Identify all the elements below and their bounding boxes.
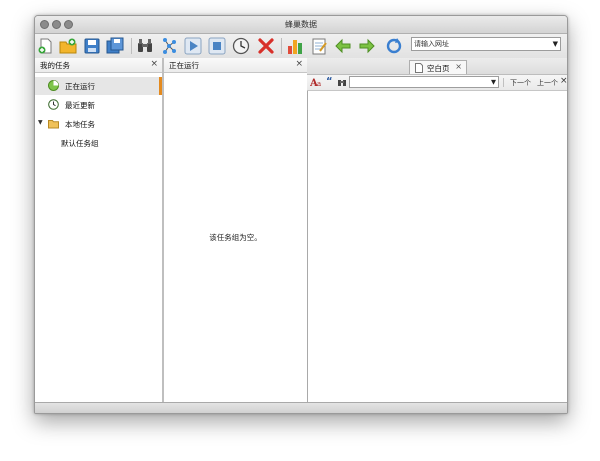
app-window: 蜂巢数据 请输入网址 ▼ 我的任务 × 正在运行 最近更新 ▼ 本地任务 默认任…: [34, 15, 568, 414]
save-icon[interactable]: [83, 37, 101, 55]
tree-item-default-group[interactable]: 默认任务组: [35, 134, 161, 152]
tab-blank-page[interactable]: 空白页 ×: [409, 60, 467, 74]
sidebar-task-tree: 正在运行 最近更新 ▼ 本地任务 默认任务组: [35, 73, 162, 402]
sidebar-title: 我的任务: [40, 61, 70, 70]
recent-clock-icon: [48, 99, 59, 110]
toolbar-separator: [281, 38, 282, 54]
task-list-header: 正在运行 ×: [164, 58, 307, 73]
tree-item-running[interactable]: 正在运行: [35, 77, 162, 95]
url-input[interactable]: [414, 38, 544, 50]
find-prev-button[interactable]: 上一个: [537, 78, 558, 88]
chevron-down-icon[interactable]: ▼: [491, 78, 496, 86]
find-input[interactable]: [352, 77, 482, 87]
find-binoculars-icon[interactable]: [337, 77, 347, 89]
play-icon[interactable]: [184, 37, 202, 55]
title-bar: 蜂巢数据: [35, 16, 567, 34]
tab-label: 空白页: [427, 64, 450, 73]
sidebar-header: 我的任务 ×: [35, 58, 162, 73]
tree-item-local[interactable]: ▼ 本地任务: [35, 115, 161, 133]
sidebar-close-icon[interactable]: ×: [150, 59, 158, 69]
browser-content[interactable]: [308, 91, 567, 402]
save-all-icon[interactable]: [106, 37, 124, 55]
page-icon: [415, 63, 423, 75]
new-file-icon[interactable]: [37, 37, 55, 55]
network-icon[interactable]: [160, 37, 178, 55]
toolbar-separator: [131, 38, 132, 54]
status-bar: [35, 402, 567, 413]
clock-icon[interactable]: [232, 37, 250, 55]
running-icon: [48, 80, 59, 91]
find-next-button[interactable]: 下一个: [510, 78, 531, 88]
forward-arrow-icon[interactable]: [358, 37, 376, 55]
svg-text:a: a: [317, 80, 321, 87]
window-title: 蜂巢数据: [285, 20, 317, 29]
notepad-icon[interactable]: [310, 37, 328, 55]
stop-icon[interactable]: [208, 37, 226, 55]
open-folder-icon[interactable]: [59, 37, 77, 55]
find-combobox[interactable]: ▼: [349, 76, 499, 88]
find-separator: [503, 78, 504, 87]
tab-close-icon[interactable]: ×: [455, 62, 462, 71]
empty-message: 该任务组为空。: [209, 233, 262, 242]
task-list-close-icon[interactable]: ×: [295, 59, 303, 69]
tree-item-label: 最近更新: [65, 101, 95, 110]
tree-item-label: 本地任务: [65, 120, 95, 129]
refresh-icon[interactable]: [385, 37, 403, 55]
tree-item-recent[interactable]: 最近更新: [35, 96, 161, 114]
browser-tab-strip: 空白页 ×: [307, 58, 567, 75]
task-list-title: 正在运行: [169, 61, 199, 70]
binoculars-icon[interactable]: [136, 37, 154, 55]
tree-item-label: 正在运行: [65, 82, 95, 91]
back-arrow-icon[interactable]: [334, 37, 352, 55]
folder-icon: [48, 118, 59, 129]
delete-icon[interactable]: [257, 37, 275, 55]
chevron-down-icon[interactable]: ▼: [553, 40, 558, 48]
find-close-icon[interactable]: ×: [560, 76, 567, 86]
url-combobox[interactable]: ▼: [411, 37, 561, 51]
font-style-icon[interactable]: Aa: [309, 77, 322, 89]
tree-expand-icon[interactable]: ▼: [38, 119, 43, 126]
quote-icon[interactable]: “: [326, 76, 333, 87]
main-toolbar: ▼: [35, 34, 567, 59]
find-bar: Aa “ ▼ 下一个 上一个 ×: [307, 75, 567, 91]
bar-chart-icon[interactable]: [286, 37, 304, 55]
tree-item-label: 默认任务组: [61, 139, 99, 148]
task-list-pane: 该任务组为空。: [164, 73, 307, 402]
